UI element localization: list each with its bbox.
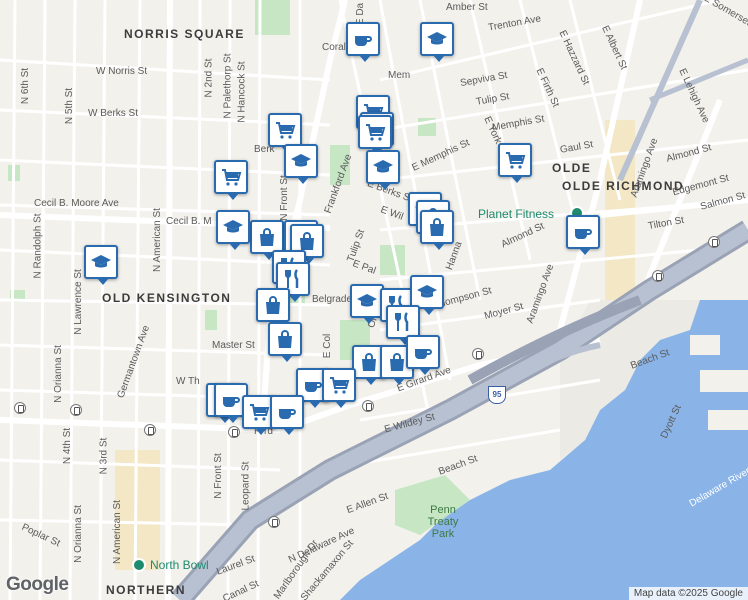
transit-icon [70,404,82,416]
map-marker[interactable] [256,288,290,328]
neighborhood-olde-label: OLDE [552,161,592,175]
map-marker[interactable] [406,335,440,375]
transit-icon [268,516,280,528]
route-shield-95: 95 [488,386,506,404]
neighborhood-old-kensington: OLD KENSINGTON [102,291,232,305]
map-marker[interactable] [216,210,250,250]
transit-icon [144,424,156,436]
north-bowl-label[interactable]: North Bowl [150,558,209,572]
map-marker[interactable] [386,305,420,345]
street-label: N American St [111,500,123,564]
street-label: Cecil B. M [166,216,212,227]
street-label: Master St [212,340,255,351]
street-label: E Col [322,333,334,359]
street-label: N 6th St [20,67,32,105]
street-label: N American St [151,208,163,272]
street-label: N Orianna St [52,345,64,403]
map-marker[interactable] [214,160,248,200]
street-label: W Norris St [96,66,148,77]
street-label: N Front St [278,175,290,221]
map-attribution[interactable]: Map data ©2025 Google [628,587,748,600]
map-marker[interactable] [84,245,118,285]
street-label: N Hancock St [236,61,248,123]
map-marker[interactable] [358,115,392,155]
street-label: Amber St [446,2,488,13]
street-label: N Randolph St [32,213,44,279]
map-marker[interactable] [498,143,532,183]
map-marker[interactable] [270,395,304,435]
park-label: Penn Treaty Park [427,504,459,540]
street-label: N Front St [212,453,224,499]
street-label: N Lawrence St [72,269,84,335]
neighborhood-norris-square: NORRIS SQUARE [124,27,245,41]
street-label: W Berks St [88,108,139,119]
street-label: N Palethorp St [222,53,234,119]
transit-icon [228,426,240,438]
map-marker[interactable] [322,368,356,408]
map-marker[interactable] [420,210,454,250]
map-marker[interactable] [366,150,400,190]
map-marker[interactable] [420,22,454,62]
street-label: Mem [388,70,411,81]
map-marker[interactable] [268,322,302,362]
transit-icon [472,348,484,360]
street-label: Leopard St [240,461,252,511]
street-label: W Th [176,376,200,387]
street-label: Cecil B. Moore Ave [34,198,119,209]
google-logo: Google [6,574,69,595]
map-marker[interactable] [346,22,380,62]
neighborhood-northern: NORTHERN [106,583,186,597]
transit-icon [362,400,374,412]
street-label: N 4th St [62,427,74,465]
transit-icon [708,236,720,248]
planet-fitness-label[interactable]: Planet Fitness [478,207,554,221]
map-marker[interactable] [350,284,384,324]
street-label: N 5th St [64,87,76,125]
map-marker[interactable] [268,113,302,153]
transit-icon [652,270,664,282]
map-marker[interactable] [410,275,444,315]
transit-icon [14,402,26,414]
neighborhood-olde-richmond: OLDE RICHMOND [562,179,685,193]
map-canvas[interactable]: NORRIS SQUARE OLDE RICHMOND OLD KENSINGT… [0,0,748,600]
street-label: N 2nd St [203,58,215,98]
map-marker[interactable] [284,144,318,184]
map-marker[interactable] [250,220,284,260]
north-bowl-pin[interactable] [132,558,146,572]
street-label: N Orianna St [72,505,84,563]
street-label: N 3rd St [98,437,110,475]
map-marker[interactable] [566,215,600,255]
